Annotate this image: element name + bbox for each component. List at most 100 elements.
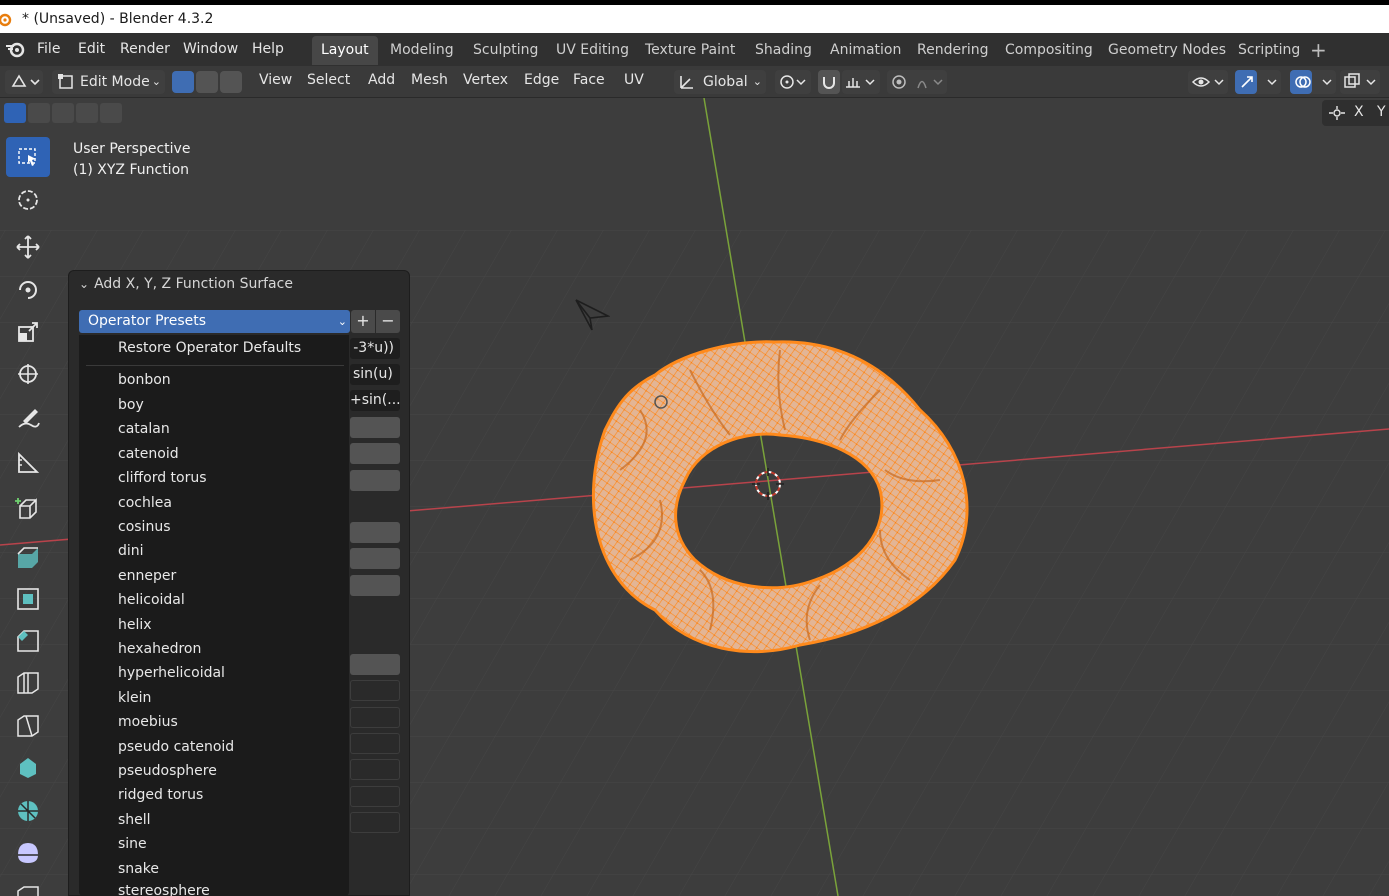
preset-item[interactable]: pseudosphere (118, 763, 217, 779)
preset-item[interactable]: snake (118, 861, 159, 877)
orientation-dropdown[interactable]: Global ⌄ (674, 70, 766, 94)
preset-item[interactable]: hyperhelicoidal (118, 665, 225, 681)
tab-geometry-nodes[interactable]: Geometry Nodes (1099, 36, 1235, 65)
preset-item[interactable]: klein (118, 690, 151, 706)
tool-rotate[interactable] (4, 270, 52, 310)
mode-dropdown[interactable]: Edit Mode ⌄ (52, 70, 165, 94)
param-field-8[interactable] (350, 680, 400, 701)
preset-item[interactable]: catenoid (118, 446, 179, 462)
menu-mesh[interactable]: Mesh (411, 72, 448, 88)
snap-target-dropdown[interactable] (842, 70, 880, 94)
menu-edge[interactable]: Edge (524, 72, 559, 88)
tool-cursor[interactable] (4, 180, 52, 220)
tab-sculpting[interactable]: Sculpting (464, 36, 547, 65)
tool-inset[interactable] (4, 579, 52, 619)
param-field-13[interactable] (350, 812, 400, 833)
preset-item[interactable]: boy (118, 397, 144, 413)
editor-type-dropdown[interactable] (5, 70, 43, 94)
select-invert-icon[interactable] (76, 103, 98, 123)
param-field-1[interactable] (350, 417, 400, 438)
tool-transform[interactable] (4, 354, 52, 394)
tab-texture-paint[interactable]: Texture Paint (636, 36, 744, 65)
param-field-2[interactable] (350, 443, 400, 464)
axis-x-button[interactable]: X (1354, 104, 1364, 120)
menu-window[interactable]: Window (183, 41, 238, 57)
param-field-3[interactable] (350, 470, 400, 491)
param-field-11[interactable] (350, 759, 400, 780)
tool-knife[interactable] (4, 706, 52, 746)
tab-modeling[interactable]: Modeling (381, 36, 463, 65)
blender-menu-icon[interactable] (5, 40, 27, 62)
tab-scripting[interactable]: Scripting (1229, 36, 1309, 65)
tab-animation[interactable]: Animation (821, 36, 910, 65)
param-field-6[interactable] (350, 575, 400, 596)
remove-preset-button[interactable]: − (376, 310, 400, 333)
snap-toggle[interactable] (818, 70, 840, 94)
edge-select-button[interactable] (196, 71, 218, 93)
param-field-12[interactable] (350, 786, 400, 807)
preset-item[interactable]: shell (118, 812, 151, 828)
preset-item[interactable]: pseudo catenoid (118, 739, 234, 755)
menu-edit[interactable]: Edit (78, 41, 105, 57)
menu-help[interactable]: Help (252, 41, 284, 57)
tool-edge-slide[interactable] (4, 875, 52, 896)
preset-item[interactable]: moebius (118, 714, 178, 730)
tab-compositing[interactable]: Compositing (996, 36, 1102, 65)
param-field-7[interactable] (350, 654, 400, 675)
tool-select-box[interactable] (6, 137, 50, 177)
select-box-icon[interactable] (4, 103, 26, 123)
menu-face[interactable]: Face (573, 72, 605, 88)
pivot-dropdown[interactable] (775, 70, 811, 94)
operator-presets-dropdown[interactable]: Operator Presets ⌄ (79, 310, 350, 333)
add-workspace-button[interactable]: + (1310, 40, 1327, 60)
navigation-gizmo-icon[interactable] (1328, 105, 1346, 121)
preset-item[interactable]: catalan (118, 421, 170, 437)
tool-annotate[interactable] (4, 400, 52, 440)
menu-uv[interactable]: UV (624, 72, 644, 88)
tab-layout[interactable]: Layout (312, 36, 378, 65)
z-equation-field[interactable]: +sin(... (350, 390, 400, 411)
preset-item[interactable]: dini (118, 543, 144, 559)
menu-add[interactable]: Add (368, 72, 395, 88)
param-field-10[interactable] (350, 733, 400, 754)
tool-loop-cut[interactable] (4, 663, 52, 703)
select-extend-icon[interactable] (28, 103, 50, 123)
menu-select[interactable]: Select (307, 72, 350, 88)
gizmo-dropdown[interactable] (1235, 70, 1281, 94)
tool-spin[interactable] (4, 791, 52, 831)
preset-item[interactable]: sine (118, 836, 147, 852)
tool-smooth[interactable] (4, 833, 52, 873)
tool-extrude[interactable] (4, 536, 52, 576)
xyz-function-mesh[interactable] (560, 330, 980, 670)
param-field-4[interactable] (350, 522, 400, 543)
tool-poly-build[interactable] (4, 748, 52, 788)
preset-item[interactable]: clifford torus (118, 470, 207, 486)
preset-item[interactable]: helicoidal (118, 592, 185, 608)
proportional-edit[interactable] (887, 70, 947, 94)
tab-rendering[interactable]: Rendering (908, 36, 998, 65)
visibility-dropdown[interactable] (1188, 70, 1228, 94)
y-equation-field[interactable]: sin(u) (350, 364, 400, 385)
preset-item[interactable]: stereosphere (118, 883, 210, 896)
add-preset-button[interactable]: + (351, 310, 375, 333)
face-select-button[interactable] (220, 71, 242, 93)
tool-bevel[interactable] (4, 621, 52, 661)
xray-dropdown[interactable] (1340, 70, 1380, 94)
tool-measure[interactable] (4, 443, 52, 483)
select-subtract-icon[interactable] (52, 103, 74, 123)
param-field-9[interactable] (350, 707, 400, 728)
preset-item[interactable]: bonbon (118, 372, 171, 388)
camera-icon[interactable] (574, 298, 610, 334)
preset-item[interactable]: hexahedron (118, 641, 201, 657)
operator-panel-header[interactable]: ⌄ Add X, Y, Z Function Surface (79, 276, 293, 292)
vertex-select-button[interactable] (172, 71, 194, 93)
select-intersect-icon[interactable] (100, 103, 122, 123)
preset-item[interactable]: cochlea (118, 495, 172, 511)
menu-render[interactable]: Render (120, 41, 170, 57)
x-equation-field[interactable]: -3*u)) (350, 338, 400, 359)
tool-add-cube[interactable] (4, 490, 52, 530)
preset-item[interactable]: enneper (118, 568, 176, 584)
tool-scale[interactable] (4, 312, 52, 352)
param-field-5[interactable] (350, 548, 400, 569)
preset-item[interactable]: helix (118, 617, 152, 633)
